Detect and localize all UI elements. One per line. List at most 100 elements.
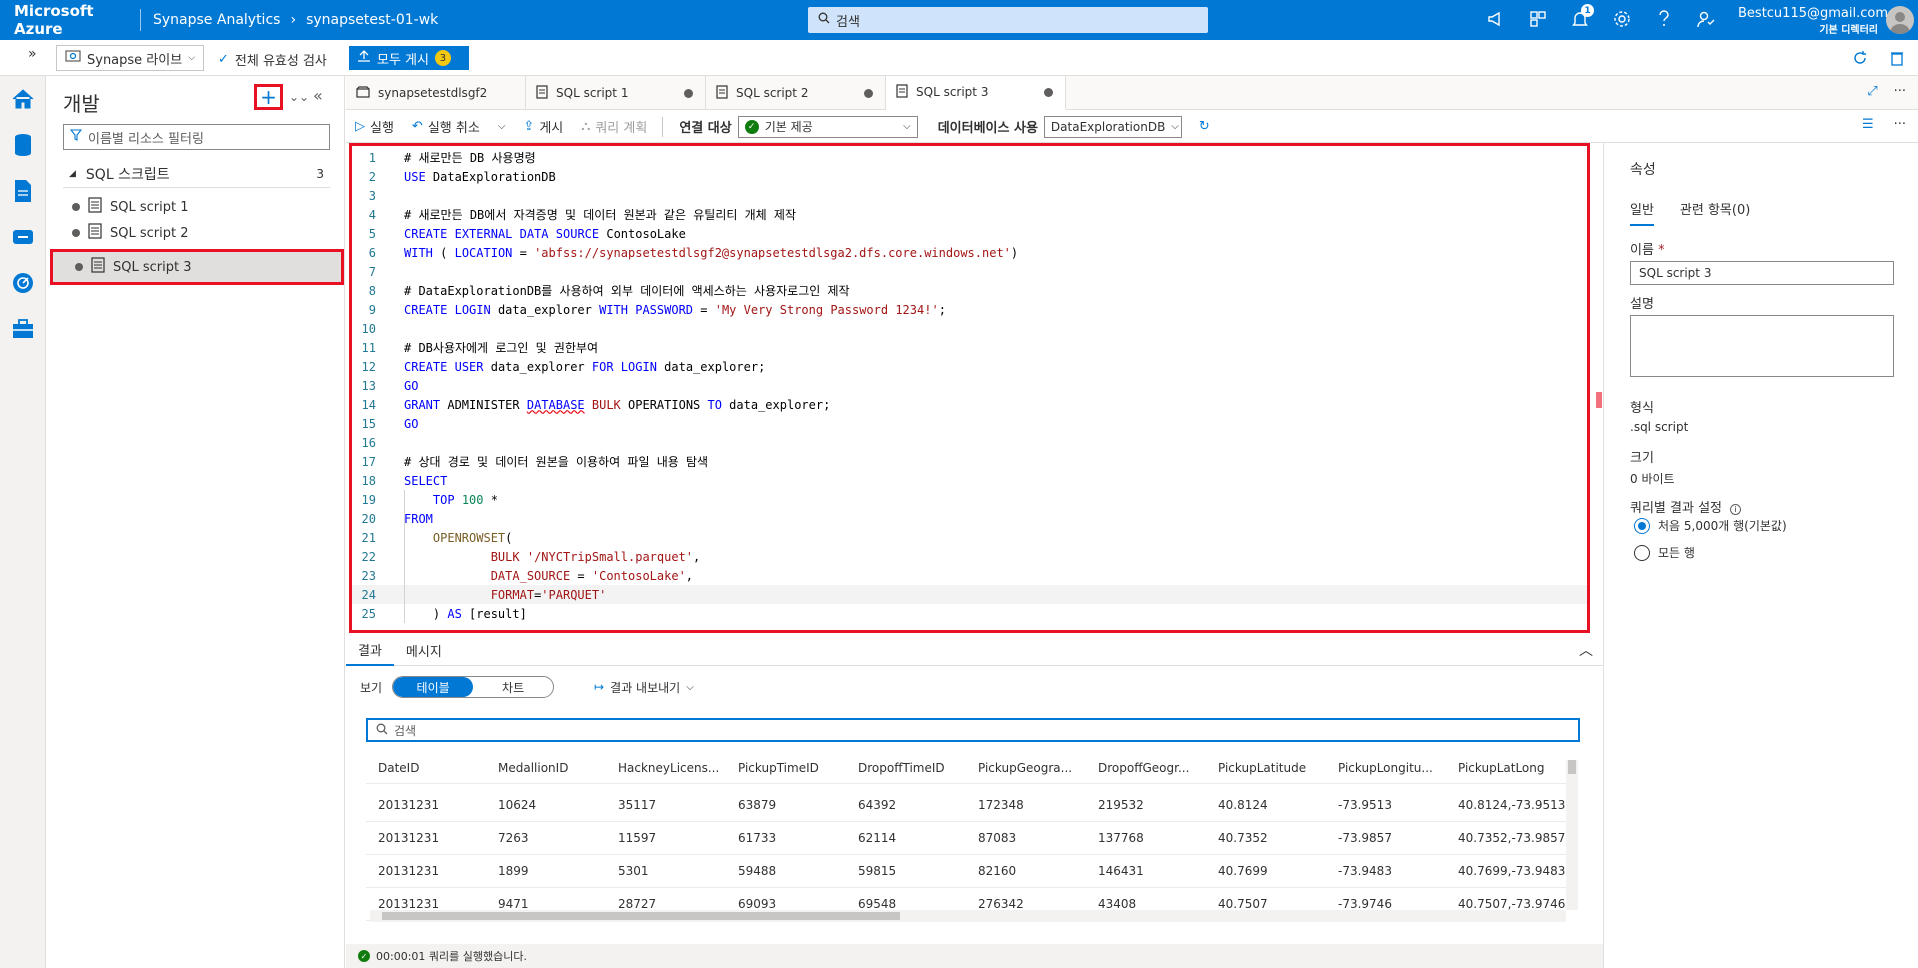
- undo-button[interactable]: ↶ 실행 취소: [403, 117, 489, 136]
- grid-column-header[interactable]: PickupGeogra...: [966, 761, 1086, 775]
- tree-item-sql-script-2[interactable]: SQL script 2: [50, 217, 342, 249]
- code-line[interactable]: 21 OPENROWSET(: [352, 528, 1587, 547]
- grid-cell[interactable]: 9471: [486, 897, 606, 911]
- code-line[interactable]: 13 GO: [352, 376, 1587, 395]
- view-table-option[interactable]: 테이블: [393, 677, 474, 697]
- collapse-panel-icon[interactable]: «: [313, 86, 323, 105]
- data-database-icon[interactable]: [0, 122, 46, 168]
- table-row[interactable]: 20131231 10624 35117 63879 64392 172348 219532…: [366, 788, 1566, 822]
- code-line[interactable]: 15 GO: [352, 414, 1587, 433]
- code-line[interactable]: 24 FORMAT='PARQUET': [352, 585, 1587, 604]
- unsaved-dot-icon[interactable]: [1044, 87, 1053, 97]
- code-line[interactable]: 3: [352, 186, 1587, 205]
- grid-column-header[interactable]: HackneyLicens...: [606, 761, 726, 775]
- grid-cell[interactable]: 1899: [486, 864, 606, 878]
- more-ellipsis-icon[interactable]: ···: [1894, 84, 1906, 99]
- grid-cell[interactable]: 62114: [846, 831, 966, 845]
- results-vertical-scrollbar[interactable]: [1566, 760, 1578, 910]
- azure-brand[interactable]: Microsoft Azure: [0, 2, 140, 38]
- tab-sql-script-3[interactable]: SQL script 3: [886, 76, 1066, 110]
- grid-cell[interactable]: 87083: [966, 831, 1086, 845]
- code-line[interactable]: 1 # 새로만든 DB 사용명령: [352, 148, 1587, 167]
- undo-dropdown[interactable]: ⌵: [489, 121, 515, 132]
- results-horizontal-scrollbar[interactable]: [370, 910, 1566, 922]
- query-plan-button[interactable]: ⛬ 쿼리 계획: [572, 117, 656, 136]
- grid-cell[interactable]: 69093: [726, 897, 846, 911]
- grid-cell[interactable]: 20131231: [366, 864, 486, 878]
- code-line[interactable]: 6 WITH ( LOCATION = 'abfss://synapsetestd…: [352, 243, 1587, 262]
- grid-cell[interactable]: 20131231: [366, 798, 486, 812]
- connect-to-select[interactable]: ✓ 기본 제공 ⌵: [737, 115, 918, 138]
- publish-all-button[interactable]: 모두 게시 3: [349, 46, 469, 70]
- grid-cell[interactable]: 172348: [966, 798, 1086, 812]
- use-database-select[interactable]: DataExplorationDB ⌵: [1043, 115, 1182, 138]
- manage-toolbox-icon[interactable]: [0, 306, 46, 352]
- grid-cell[interactable]: 40.8124: [1206, 798, 1326, 812]
- grid-cell[interactable]: 40.7507,-73.9746: [1446, 897, 1566, 911]
- grid-cell[interactable]: 28727: [606, 897, 726, 911]
- resource-filter-input[interactable]: 이름별 리소스 필터링: [63, 124, 330, 150]
- description-textarea[interactable]: [1630, 315, 1894, 377]
- feedback-megaphone-icon[interactable]: [1485, 8, 1507, 30]
- synapse-live-dropdown[interactable]: Synapse 라이브 ⌵: [56, 45, 205, 71]
- breadcrumb-workspace[interactable]: synapsetest-01-wk: [306, 12, 438, 28]
- maximize-icon[interactable]: ⤢: [1867, 84, 1877, 99]
- grid-cell[interactable]: 43408: [1086, 897, 1206, 911]
- home-icon[interactable]: [0, 76, 46, 122]
- code-line[interactable]: 23 DATA_SOURCE = 'ContosoLake',: [352, 566, 1587, 585]
- code-line[interactable]: 9 CREATE LOGIN data_explorer WITH PASSWOR…: [352, 300, 1587, 319]
- monitor-gauge-icon[interactable]: [0, 260, 46, 306]
- validate-all-button[interactable]: ✓ 전체 유효성 검사: [218, 50, 327, 69]
- code-line[interactable]: 18 SELECT: [352, 471, 1587, 490]
- discard-all-icon[interactable]: [1890, 50, 1904, 70]
- grid-cell[interactable]: 7263: [486, 831, 606, 845]
- code-line[interactable]: 12 CREATE USER data_explorer FOR LOGIN da…: [352, 357, 1587, 376]
- code-line[interactable]: 8 # DataExplorationDB를 사용하여 외부 데이터에 액세스하는…: [352, 281, 1587, 300]
- tab-synapsetestdlsgf2[interactable]: synapsetestdlsgf2: [346, 76, 526, 110]
- grid-cell[interactable]: 276342: [966, 897, 1086, 911]
- table-row[interactable]: 20131231 1899 5301 59488 59815 82160 146431 40.…: [366, 854, 1566, 888]
- refresh-icon[interactable]: [1852, 50, 1868, 70]
- directory-switch-icon[interactable]: [1527, 8, 1549, 30]
- code-line[interactable]: 11 # DB사용자에게 로그인 및 권한부여: [352, 338, 1587, 357]
- global-search-input[interactable]: 검색: [808, 7, 1208, 33]
- info-icon[interactable]: i: [1730, 504, 1742, 515]
- grid-column-header[interactable]: PickupLongitu...: [1326, 761, 1446, 775]
- table-row[interactable]: 20131231 7263 11597 61733 62114 87083 137768 40…: [366, 821, 1566, 855]
- grid-cell[interactable]: 40.7507: [1206, 897, 1326, 911]
- unsaved-dot-icon[interactable]: [864, 88, 873, 98]
- expand-all-icon[interactable]: ⌄⌄: [289, 90, 309, 104]
- tab-sql-script-2[interactable]: SQL script 2: [706, 76, 886, 110]
- tab-general[interactable]: 일반: [1630, 199, 1654, 226]
- grid-cell[interactable]: 59488: [726, 864, 846, 878]
- more-ellipsis-icon[interactable]: ···: [1894, 117, 1906, 132]
- grid-cell[interactable]: -73.9857: [1326, 831, 1446, 845]
- grid-column-header[interactable]: DropoffGeogr...: [1086, 761, 1206, 775]
- grid-cell[interactable]: 40.7352: [1206, 831, 1326, 845]
- grid-cell[interactable]: 137768: [1086, 831, 1206, 845]
- scrollbar-thumb[interactable]: [1568, 760, 1576, 774]
- code-line[interactable]: 19 TOP 100 *: [352, 490, 1587, 509]
- grid-cell[interactable]: -73.9483: [1326, 864, 1446, 878]
- grid-cell[interactable]: 219532: [1086, 798, 1206, 812]
- breadcrumb-service[interactable]: Synapse Analytics: [153, 12, 280, 28]
- grid-cell[interactable]: 82160: [966, 864, 1086, 878]
- tab-sql-script-1[interactable]: SQL script 1: [526, 76, 706, 110]
- sql-scripts-group[interactable]: ◢ SQL 스크립트 3: [63, 160, 330, 188]
- grid-cell[interactable]: 5301: [606, 864, 726, 878]
- properties-panel-icon[interactable]: ☰: [1862, 117, 1874, 132]
- grid-cell[interactable]: -73.9746: [1326, 897, 1446, 911]
- develop-document-icon[interactable]: [0, 168, 46, 214]
- grid-cell[interactable]: 10624: [486, 798, 606, 812]
- grid-column-header[interactable]: DropoffTimeID: [846, 761, 966, 775]
- grid-column-header[interactable]: MedallionID: [486, 761, 606, 775]
- avatar[interactable]: [1886, 6, 1914, 34]
- grid-column-header[interactable]: PickupLatitude: [1206, 761, 1326, 775]
- settings-gear-icon[interactable]: [1611, 8, 1633, 30]
- grid-cell[interactable]: 146431: [1086, 864, 1206, 878]
- name-input[interactable]: SQL script 3: [1630, 261, 1894, 285]
- grid-cell[interactable]: 64392: [846, 798, 966, 812]
- feedback-person-icon[interactable]: [1695, 8, 1717, 30]
- grid-cell[interactable]: 11597: [606, 831, 726, 845]
- grid-column-header[interactable]: PickupLatLong: [1446, 761, 1566, 775]
